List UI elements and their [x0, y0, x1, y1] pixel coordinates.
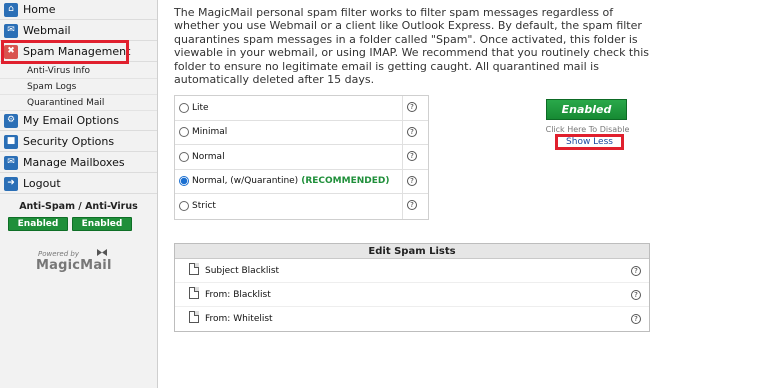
option-label: Strict — [192, 201, 216, 212]
spam-list-label: From: Whitelist — [205, 314, 273, 324]
home-icon: ⌂ — [4, 2, 18, 17]
document-icon — [189, 311, 199, 323]
antispam-title: Anti-Spam / Anti-Virus — [19, 201, 138, 212]
help-icon[interactable]: ? — [407, 151, 417, 161]
sidebar-item-label: Security Options — [23, 135, 115, 148]
sidebar-item-label: Home — [23, 3, 56, 16]
divider — [402, 194, 403, 219]
spam-list-label: Subject Blacklist — [205, 265, 280, 276]
option-lite[interactable]: Lite ? — [175, 96, 428, 121]
divider — [402, 120, 403, 144]
sidebar-item-logout[interactable]: ➜ Logout — [0, 174, 157, 194]
option-label: Normal, (w/Quarantine) — [192, 176, 299, 187]
show-less-link[interactable]: Show Less — [555, 134, 624, 150]
sidebar-subitem-antivirus-info[interactable]: Anti-Virus Info — [0, 63, 157, 79]
mailbox-icon: ✉ — [4, 155, 18, 170]
divider — [402, 145, 403, 169]
gear-icon: ⚙ — [4, 113, 18, 128]
help-icon[interactable]: ? — [407, 175, 417, 186]
help-icon[interactable]: ? — [631, 290, 641, 300]
spam-list-label: From: Blacklist — [205, 289, 271, 300]
mail-icon: ✉ — [4, 23, 18, 38]
sidebar: ⌂ Home ✉ Webmail ✖ Spam Management Anti-… — [0, 0, 158, 388]
spam-list-from-whitelist[interactable]: From: Whitelist ? — [175, 307, 649, 331]
option-strict[interactable]: Strict ? — [175, 194, 428, 219]
radio-strict[interactable] — [179, 201, 189, 212]
spam-filter-enabled-button[interactable]: Enabled — [546, 99, 627, 120]
sidebar-subitem-quarantined-mail[interactable]: Quarantined Mail — [0, 95, 157, 111]
antispam-enabled-button[interactable]: Enabled — [8, 217, 68, 231]
radio-lite[interactable] — [179, 102, 189, 113]
sidebar-item-home[interactable]: ⌂ Home — [0, 0, 157, 20]
option-normal[interactable]: Normal ? — [175, 145, 428, 170]
magicmail-logo-icon — [97, 249, 107, 256]
option-label: Minimal — [192, 127, 228, 138]
sidebar-item-label: Webmail — [23, 24, 71, 37]
sidebar-subitem-spam-logs[interactable]: Spam Logs — [0, 79, 157, 95]
spam-list-subject-blacklist[interactable]: Subject Blacklist ? — [175, 259, 649, 283]
help-icon[interactable]: ? — [407, 102, 417, 112]
powered-by-text: Powered by — [38, 250, 79, 258]
option-minimal[interactable]: Minimal ? — [175, 120, 428, 145]
sidebar-item-webmail[interactable]: ✉ Webmail — [0, 21, 157, 41]
document-icon — [189, 286, 199, 299]
radio-minimal[interactable] — [179, 127, 189, 138]
divider — [402, 96, 403, 120]
sidebar-item-label: My Email Options — [23, 114, 119, 127]
filter-level-options: Lite ? Minimal ? Normal ? Normal, (w/Qua… — [174, 95, 429, 220]
help-icon[interactable]: ? — [631, 314, 641, 324]
click-to-disable-text[interactable]: Click Here To Disable — [540, 125, 635, 134]
spam-list-from-blacklist[interactable]: From: Blacklist ? — [175, 283, 649, 307]
sidebar-item-my-email-options[interactable]: ⚙ My Email Options — [0, 111, 157, 131]
option-normal-quarantine[interactable]: Normal, (w/Quarantine) (RECOMMENDED) ? — [175, 169, 428, 194]
option-label: Lite — [192, 102, 209, 113]
magicmail-brand: MagicMail — [36, 258, 112, 273]
sidebar-item-label: Manage Mailboxes — [23, 156, 125, 169]
highlight-spam-management — [1, 40, 129, 64]
divider — [402, 169, 403, 193]
antivirus-enabled-button[interactable]: Enabled — [72, 217, 132, 231]
radio-normal[interactable] — [179, 151, 189, 162]
spam-filter-description: The MagicMail personal spam filter works… — [174, 6, 650, 87]
document-icon — [189, 262, 199, 275]
help-icon[interactable]: ? — [631, 266, 641, 276]
radio-normal-quarantine[interactable] — [179, 176, 189, 187]
sidebar-item-manage-mailboxes[interactable]: ✉ Manage Mailboxes — [0, 153, 157, 173]
edit-spam-lists-table: Edit Spam Lists Subject Blacklist ? From… — [174, 243, 650, 332]
sidebar-item-label: Logout — [23, 177, 61, 190]
help-icon[interactable]: ? — [407, 126, 417, 137]
sidebar-item-security-options[interactable]: ■ Security Options — [0, 132, 157, 152]
option-label: Normal — [192, 151, 225, 162]
recommended-tag: (RECOMMENDED) — [301, 176, 390, 187]
logout-icon: ➜ — [4, 176, 18, 191]
spam-lists-title: Edit Spam Lists — [175, 244, 649, 259]
lock-icon: ■ — [4, 134, 18, 149]
help-icon[interactable]: ? — [407, 200, 417, 210]
